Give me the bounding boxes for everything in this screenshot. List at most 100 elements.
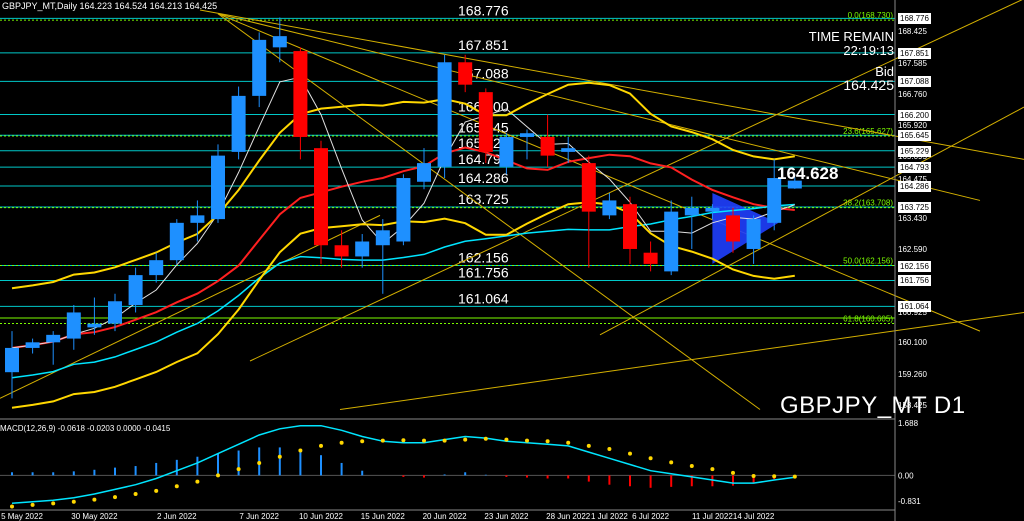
candle-body [561,148,576,152]
fib-label: 61.8(160.605) [843,314,893,323]
candle-body [643,252,658,264]
x-axis-label: 20 Jun 2022 [423,512,468,521]
price-axis-label: 164.793 [898,162,931,174]
price-axis-label: 165.645 [898,130,931,142]
macd-signal-dot [339,440,344,445]
candle-body [108,301,122,324]
macd-signal-dot [298,448,303,453]
fib-label: 50.0(162.156) [843,257,893,266]
candle-body [128,275,143,305]
price-axis-label: 163.725 [898,201,931,213]
price-axis-label: 167.585 [898,58,927,68]
x-axis-label: 14 Jul 2022 [733,512,775,521]
candle-body [190,215,205,223]
candle-body [458,62,473,85]
candle-body [767,178,782,223]
macd-signal-dot [628,451,632,456]
candle-body [623,204,637,249]
macd-signal-dot [689,464,694,469]
macd-axis-label: -0.831 [898,497,921,506]
x-axis-label: 7 Jun 2022 [239,512,279,521]
candle-body [334,245,349,257]
price-axis-label: 158.425 [898,400,927,410]
candle-body [293,51,308,137]
macd-signal-dot [257,460,262,465]
candle-body [66,312,81,339]
level-label: 163.725 [458,191,509,207]
candle-body [417,163,431,182]
x-axis-label: 10 Jun 2022 [299,512,344,521]
macd-signal-dot [607,446,612,451]
price-axis-label: 166.200 [898,109,931,121]
level-label: 168.776 [458,2,509,18]
x-axis-label: 2 Jun 2022 [157,512,197,521]
current-price-label: 164.628 [777,164,838,183]
macd-signal-dot [483,436,488,441]
bid-value: 164.425 [843,77,894,93]
candle-body [355,241,370,257]
price-axis-label: 166.760 [898,89,927,99]
macd-signal-dot [401,438,406,443]
candle-body [602,200,617,216]
candle-body [437,62,452,167]
x-axis-label: 11 Jul 2022 [692,512,733,521]
candle-body [211,155,225,220]
macd-signal-dot [731,470,735,475]
macd-signal-dot [586,443,591,448]
macd-signal-dot [710,467,715,472]
price-axis-label: 162.156 [898,260,931,272]
macd-title: MACD(12,26,9) -0.0618 -0.0203 0.0000 -0.… [0,424,171,433]
macd-signal-dot [216,473,220,478]
time-remain-value: 22:19:13 [843,43,894,58]
macd-signal-dot [113,495,117,500]
macd-signal-dot [648,456,653,461]
symbol-label: GBPJPY_MT D1 [780,392,966,419]
price-axis-label: 160.100 [898,338,927,348]
macd-signal-dot [545,439,550,444]
price-axis-label: 159.260 [898,369,927,379]
x-axis-label: 23 Jun 2022 [484,512,529,521]
macd-axis-label: 0.00 [898,471,914,480]
x-axis-label: 15 Jun 2022 [361,512,406,521]
candle-body [87,323,102,328]
macd-signal-dot [772,474,777,479]
macd-axis-label: 1.688 [898,419,919,428]
candle-body [520,133,534,137]
candle-body [581,163,596,212]
price-axis-label: 165.095 [898,151,927,161]
x-axis-label: 6 Jul 2022 [632,512,669,521]
price-axis-label: 164.286 [898,181,931,193]
macd-signal-dot [195,479,200,484]
macd-signal-dot [669,460,674,465]
candle-body [169,222,184,261]
candle-body [684,207,699,216]
level-label: 167.851 [458,37,509,53]
macd-signal-dot [30,502,35,507]
macd-signal-dot [360,439,365,444]
x-axis-label: 5 May 2022 [1,512,43,521]
macd-signal-dot [277,454,282,459]
macd-signal-dot [504,437,509,442]
price-axis-label: 168.776 [898,13,931,25]
x-axis-label: 30 May 2022 [71,512,118,521]
macd-signal-dot [10,504,14,509]
macd-signal-dot [236,467,241,472]
price-axis-label: 168.425 [898,27,927,37]
candle-body [396,178,411,242]
candle-body [664,211,679,272]
macd-signal-dot [792,474,797,479]
macd-signal-dot [751,473,756,478]
candle-body [46,334,61,343]
macd-signal-dot [422,438,426,443]
candle-body [499,136,514,167]
macd-signal-dot [566,440,571,445]
macd-signal-dot [319,443,323,448]
candle-body [25,342,40,348]
macd-signal-dot [71,499,76,504]
candle-body [375,230,390,246]
macd-signal-dot [380,438,385,443]
candle-body [478,92,493,152]
macd-signal-dot [525,438,529,443]
candle-body [540,136,555,156]
candle-body [705,207,720,212]
